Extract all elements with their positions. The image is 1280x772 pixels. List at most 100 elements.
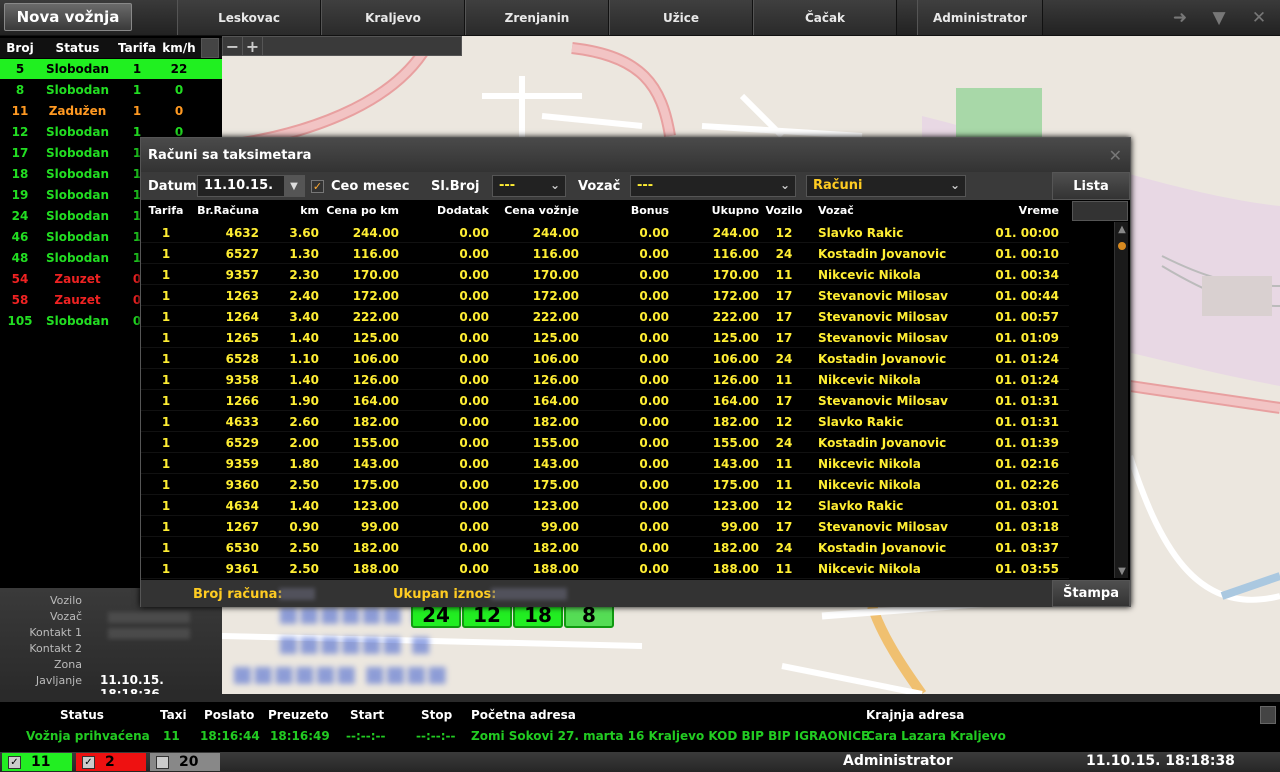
arrow-right-icon[interactable]: ➜ xyxy=(1165,0,1195,35)
scroll-up-icon[interactable]: ▲ xyxy=(1115,222,1129,236)
cell-ukupno: 155.00 xyxy=(712,435,759,450)
col-status[interactable]: Status xyxy=(40,38,115,58)
arrow-down-icon[interactable]: ▼ xyxy=(1204,0,1234,35)
col-vreme[interactable]: Vreme xyxy=(991,200,1059,221)
ride-col-pocetna: Početna adresa xyxy=(471,708,576,722)
vehicle-row[interactable]: 5 Slobodan 1 22 xyxy=(0,59,222,79)
counter-free[interactable]: ✓ 11 xyxy=(2,753,72,771)
table-row[interactable]: 1 9357 2.30 170.00 0.00 170.00 0.00 170.00 11 Nik… xyxy=(141,264,1069,285)
table-row[interactable]: 1 4634 1.40 123.00 0.00 123.00 0.00 123.00 12 Sla… xyxy=(141,495,1069,516)
col-cena-po-km[interactable]: Cena po km xyxy=(323,200,399,221)
vehicle-kmh: 22 xyxy=(170,62,188,76)
cell-br-racuna: 9361 xyxy=(225,561,259,576)
table-row[interactable]: 1 9361 2.50 188.00 0.00 188.00 0.00 188.00 11 Nik… xyxy=(141,558,1069,579)
report-type-select[interactable]: Računi ⌄ xyxy=(806,175,966,197)
tab-leskovac[interactable]: Leskovac xyxy=(177,0,321,35)
table-row[interactable]: 1 1265 1.40 125.00 0.00 125.00 0.00 125.00 17 Ste… xyxy=(141,327,1069,348)
table-row[interactable]: 1 1264 3.40 222.00 0.00 222.00 0.00 222.00 17 Ste… xyxy=(141,306,1069,327)
zoom-in-icon[interactable]: + xyxy=(243,37,263,56)
datum-picker[interactable]: 11.10.15. ▼ xyxy=(197,175,305,197)
col-broj[interactable]: Broj xyxy=(0,38,40,58)
ride-krajnja-adresa[interactable]: Cara Lazara Kraljevo xyxy=(866,729,1006,743)
cell-cena-voznje: 244.00 xyxy=(532,225,579,240)
ride-poslato[interactable]: 18:16:44 xyxy=(200,729,260,743)
table-row[interactable]: 1 1267 0.90 99.00 0.00 99.00 0.00 99.00 17 Stevan… xyxy=(141,516,1069,537)
tab-kraljevo[interactable]: Kraljevo xyxy=(321,0,465,35)
checkbox-icon[interactable]: ✓ xyxy=(82,755,95,769)
table-row[interactable]: 1 9359 1.80 143.00 0.00 143.00 0.00 143.00 11 Nik… xyxy=(141,453,1069,474)
chevron-down-icon: ⌄ xyxy=(779,178,790,192)
table-row[interactable]: 1 9358 1.40 126.00 0.00 126.00 0.00 126.00 11 Nik… xyxy=(141,369,1069,390)
tab-administrator[interactable]: Administrator xyxy=(917,0,1043,35)
col-bonus[interactable]: Bonus xyxy=(583,200,669,221)
ride-start[interactable]: --:--:-- xyxy=(346,729,385,743)
vehicle-row[interactable]: 8 Slobodan 1 0 xyxy=(0,80,222,100)
receipts-table-scrollbar[interactable]: ▲ ▼ xyxy=(1114,222,1128,578)
vozac-select[interactable]: --- ⌄ xyxy=(630,175,796,197)
table-row[interactable]: 1 4633 2.60 182.00 0.00 182.00 0.00 182.00 12 Sla… xyxy=(141,411,1069,432)
ride-panel-scrollbar[interactable] xyxy=(1260,706,1276,724)
cell-ukupno: 172.00 xyxy=(712,288,759,303)
slbroj-select[interactable]: --- ⌄ xyxy=(492,175,566,197)
cell-ukupno: 99.00 xyxy=(721,519,759,534)
table-row[interactable]: 1 1263 2.40 172.00 0.00 172.00 0.00 172.00 17 Ste… xyxy=(141,285,1069,306)
col-vozilo[interactable]: Vozilo xyxy=(766,200,803,221)
vehicle-tarifa: 1 xyxy=(132,104,142,118)
ride-pocetna-adresa[interactable]: Zomi Sokovi 27. marta 16 Kraljevo KOD BI… xyxy=(471,729,869,743)
cell-km: 1.40 xyxy=(289,498,319,513)
table-row[interactable]: 1 6530 2.50 182.00 0.00 182.00 0.00 182.00 24 Kos… xyxy=(141,537,1069,558)
cell-ukupno: 116.00 xyxy=(712,246,759,261)
cell-cena-voznje: 155.00 xyxy=(532,435,579,450)
cell-cena-po-km: 126.00 xyxy=(352,372,399,387)
stampa-button[interactable]: Štampa xyxy=(1052,580,1130,607)
cell-bonus: 0.00 xyxy=(639,561,669,576)
ride-stop[interactable]: --:--:-- xyxy=(416,729,455,743)
ride-preuzeto[interactable]: 18:16:49 xyxy=(270,729,330,743)
tab-uzice[interactable]: Užice xyxy=(609,0,753,35)
table-row[interactable]: 1 1266 1.90 164.00 0.00 164.00 0.00 164.00 17 Ste… xyxy=(141,390,1069,411)
vehicle-status: Zauzet xyxy=(54,272,101,286)
new-ride-button[interactable]: Nova vožnja xyxy=(4,3,132,31)
scroll-thumb[interactable] xyxy=(1118,242,1126,250)
cell-bonus: 0.00 xyxy=(639,267,669,282)
cell-km: 2.60 xyxy=(289,414,319,429)
col-vozac[interactable]: Vozač xyxy=(818,200,978,221)
ride-taxi[interactable]: 11 xyxy=(163,729,180,743)
scroll-down-icon[interactable]: ▼ xyxy=(1115,564,1129,578)
cell-cena-voznje: 170.00 xyxy=(532,267,579,282)
chevron-down-icon[interactable]: ▼ xyxy=(284,176,304,196)
cell-cena-po-km: 106.00 xyxy=(352,351,399,366)
col-tarifa[interactable]: Tarifa xyxy=(115,38,159,58)
col-km[interactable]: km xyxy=(263,200,319,221)
cell-dodatak: 0.00 xyxy=(459,309,489,324)
table-row[interactable]: 1 4632 3.60 244.00 0.00 244.00 0.00 244.00 12 Sla… xyxy=(141,222,1069,243)
table-row[interactable]: 1 6528 1.10 106.00 0.00 106.00 0.00 106.00 24 Kos… xyxy=(141,348,1069,369)
vehicle-broj: 46 xyxy=(11,230,29,244)
table-row[interactable]: 1 9360 2.50 175.00 0.00 175.00 0.00 175.00 11 Nik… xyxy=(141,474,1069,495)
col-kmh[interactable]: km/h xyxy=(159,38,199,58)
tab-cacak[interactable]: Čačak xyxy=(753,0,897,35)
col-br-racuna[interactable]: Br.Računa xyxy=(189,200,259,221)
ride-status[interactable]: Vožnja prihvaćena xyxy=(26,729,150,743)
counter-free-value: 11 xyxy=(31,754,51,770)
vehicle-list-scrollbar[interactable] xyxy=(201,38,219,58)
table-row[interactable]: 1 6529 2.00 155.00 0.00 155.00 0.00 155.00 24 Kos… xyxy=(141,432,1069,453)
col-cena-voznje[interactable]: Cena vožnje xyxy=(493,200,579,221)
zoom-out-icon[interactable]: − xyxy=(223,37,243,56)
tab-zrenjanin[interactable]: Zrenjanin xyxy=(465,0,609,35)
col-tarifa[interactable]: Tarifa xyxy=(149,200,184,221)
col-ukupno[interactable]: Ukupno xyxy=(673,200,759,221)
checkbox-icon[interactable] xyxy=(156,755,169,769)
ceo-mesec-checkbox[interactable]: ✓ xyxy=(311,180,324,193)
vehicle-row[interactable]: 11 Zadužen 1 0 xyxy=(0,101,222,121)
lista-button[interactable]: Lista xyxy=(1052,172,1130,200)
counter-other[interactable]: 20 xyxy=(150,753,220,771)
table-row[interactable]: 1 6527 1.30 116.00 0.00 116.00 0.00 116.00 24 Kos… xyxy=(141,243,1069,264)
cell-cena-voznje: 175.00 xyxy=(532,477,579,492)
checkbox-icon[interactable]: ✓ xyxy=(8,755,21,769)
col-dodatak[interactable]: Dodatak xyxy=(403,200,489,221)
cell-dodatak: 0.00 xyxy=(459,561,489,576)
counter-busy[interactable]: ✓ 2 xyxy=(76,753,146,771)
close-icon[interactable]: ✕ xyxy=(1109,146,1122,165)
close-icon[interactable]: ✕ xyxy=(1244,0,1274,35)
